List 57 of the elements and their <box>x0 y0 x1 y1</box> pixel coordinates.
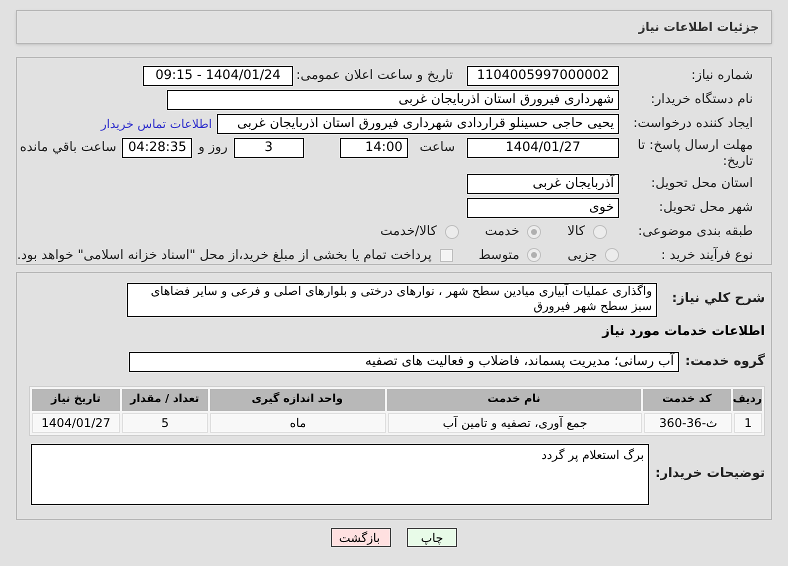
city-field[interactable]: خوی <box>467 198 619 218</box>
section-title: اطلاعات خدمات مورد نیاز <box>602 323 765 341</box>
field-label: شهر محل تحویل: <box>658 199 753 218</box>
table-cell: 5 <box>122 412 208 432</box>
radio-button[interactable] <box>605 248 620 262</box>
contact-link[interactable]: اطلاعات تماس خریدار <box>100 115 212 133</box>
print-button[interactable]: چاپ <box>407 528 457 547</box>
field-label: ساعت باقي مانده <box>20 139 116 157</box>
deadline-date-field[interactable]: 1404/01/27 <box>467 138 619 158</box>
table-cell: 1404/01/27 <box>32 412 120 432</box>
radio-button[interactable] <box>444 224 459 239</box>
field-label: شماره نیاز: <box>690 67 753 86</box>
column-header: واحد اندازه گیری <box>210 388 385 410</box>
table-cell: جمع آوری، تصفیه و تامین آب <box>388 412 642 432</box>
table-cell: ماه <box>210 412 386 432</box>
field-label: گروه خدمت: <box>684 352 765 371</box>
back-button[interactable]: بازگشت <box>331 528 391 547</box>
checkbox[interactable] <box>440 248 453 262</box>
field-label: طبقه بندی موضوعی: <box>636 223 753 241</box>
remaining-time-field[interactable]: 04:28:35 <box>122 138 192 158</box>
field-label: ایجاد کننده درخواست: <box>632 115 753 134</box>
field-label: نوع فرآیند خرید : <box>660 246 753 264</box>
table-cell: ث-36-360 <box>644 412 732 432</box>
radio-button[interactable] <box>593 224 607 239</box>
column-header: کد خدمت <box>643 388 731 410</box>
field-label: توضیحات خریدار: <box>654 465 765 484</box>
radio-button[interactable] <box>527 224 542 239</box>
radio-button[interactable] <box>527 248 542 262</box>
field-label: کالا <box>567 223 585 241</box>
buyer-field[interactable]: شهرداری فیرورق استان اذربایجان غربی <box>167 90 619 110</box>
deadline-time-field[interactable]: 14:00 <box>340 138 408 158</box>
field-label: تاریخ و ساعت اعلان عمومی: <box>295 67 453 86</box>
field-label: کالا/خدمت <box>380 223 437 241</box>
province-field[interactable]: آذربایجان غربی <box>467 174 619 194</box>
field-label: جزیی <box>567 246 598 264</box>
field-label: نام دستگاه خریدار: <box>650 90 753 110</box>
column-header: تاریخ نیاز <box>32 388 120 410</box>
field-label: روز و <box>198 139 228 157</box>
field-label: خدمت <box>484 223 520 241</box>
column-header: تعداد / مقدار <box>122 388 208 410</box>
field-label: پرداخت تمام یا بخشی از مبلغ خرید،از محل "اسناد خزانه اسلامی" خواهد بود. <box>17 246 432 264</box>
requester-field[interactable]: یحیی حاجی حسینلو قراردادی شهرداری فیرورق استان اذربایجان غربی <box>217 114 619 134</box>
need-number-field[interactable]: 1104005997000002 <box>467 66 619 86</box>
service-group-field[interactable]: آب رسانی؛ مدیریت پسماند، فاضلاب و فعالیت های تصفیه <box>129 352 679 372</box>
field-label: مهلت ارسال پاسخ: تا تاریخ: <box>636 138 753 170</box>
field-label: ساعت <box>420 139 455 157</box>
column-header: ردیف <box>732 388 762 410</box>
field-label: استان محل تحویل: <box>650 175 753 194</box>
days-field[interactable]: 3 <box>234 138 304 158</box>
buyer-notes-field[interactable]: برگ استعلام پر گردد <box>31 444 649 504</box>
field-label: متوسط <box>478 246 520 264</box>
field-label: شرح کلي نياز: <box>670 290 765 308</box>
page-title: جزئیات اطلاعات نیاز <box>638 19 759 36</box>
column-header: نام خدمت <box>386 388 642 410</box>
table-cell: 1 <box>734 412 762 432</box>
description-field[interactable]: واگذاری عملیات آبیاری میادین سطح شهر ، نوارهای درختی و بلوارهای اصلی و فرعی و سایر فضاهای سبز سطح شهر فیرورق <box>127 283 657 317</box>
announce-date-field[interactable]: 1404/01/24 - 09:15 <box>143 66 293 86</box>
